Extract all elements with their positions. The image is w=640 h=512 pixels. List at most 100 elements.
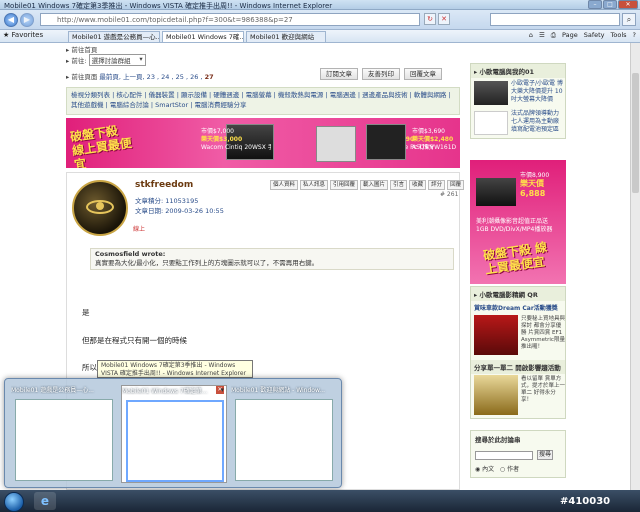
forum-select[interactable]: 選擇討論群組	[88, 54, 146, 66]
refresh-icon[interactable]: ↻	[424, 13, 436, 25]
thumbnail-preview	[235, 399, 333, 481]
page-menu[interactable]: Page	[562, 31, 578, 40]
thumbnail-label: Mobile01 Windows 7確定第...	[122, 388, 208, 395]
reply-post-button[interactable]: 回覆	[447, 180, 465, 190]
post-username[interactable]: stkfreedom	[135, 180, 193, 190]
home-icon[interactable]: ⌂	[529, 31, 533, 40]
bookmark-button[interactable]: 收藏	[409, 180, 427, 190]
breadcrumb-home[interactable]: ▸ 前往首頁	[66, 44, 97, 54]
post-text-line: 是	[82, 308, 90, 317]
radio-author-label: 作者	[507, 466, 520, 473]
safety-menu[interactable]: Safety	[584, 31, 605, 40]
profile-button[interactable]: 個人資料	[270, 180, 299, 190]
sidebar-box-ads: ▸ 小歐電腦與我的01 小歐電子/小歐電 博大樂大降價提升 10吋大螢幕大降價 …	[470, 63, 566, 139]
reply-button[interactable]: 回覆文章	[404, 68, 442, 80]
sidebar: ▸ 小歐電腦與我的01 小歐電子/小歐電 博大樂大降價提升 10吋大螢幕大降價 …	[470, 63, 566, 139]
banner-slogan: 破盤下殺 線上買最便宜	[69, 123, 133, 168]
taskbar-thumbnails: Mobile01 遊戲是公務員—心... Mobile01 Windows 7確…	[4, 378, 342, 488]
tab-1[interactable]: Mobile01 遊戲是公務員—心...	[68, 31, 160, 42]
product-image	[366, 124, 406, 160]
ad-banner[interactable]: 破盤下殺 線上買最便宜 市價$7,000 樂天價$3,000 Wacom Cin…	[66, 118, 460, 168]
sidebar-item[interactable]: 法式品牌領導動力 七人運用為主動廠 填寫配電池預定區	[471, 108, 565, 138]
post-date: 文章日期: 2009-03-26 10:55	[135, 207, 224, 215]
thumbnail-preview	[15, 399, 113, 481]
address-bar-area: ◀ ▶ http://www.mobile01.com/topicdetail.…	[0, 10, 640, 30]
thread-search-input[interactable]	[475, 451, 533, 460]
sidebar-box-articles: ▸ 小歐電腦影精網 QR 賞味車款Dream Car活動獲獎 只要秘上買地具與探…	[470, 286, 566, 419]
ie-taskbar-icon[interactable]: e	[34, 492, 56, 510]
load-images-button[interactable]: 載入圖片	[360, 180, 389, 190]
thread-search-box: 搜尋於此討論串 搜尋 ◉ 內文 ○ 作者	[470, 430, 566, 478]
rakuten-ad[interactable]: 市價8,900 樂天價6,888 美利潮攝像影音超值正品送1GB DVD/Div…	[470, 160, 566, 284]
sidebar-article[interactable]: 只要秘上買地具與探討 都會分享優勝 片賞四賞 EF1 Asymmetric限量推…	[471, 314, 565, 358]
maximize-button[interactable]: □	[603, 0, 617, 9]
banner-price: 樂天價$2,480	[412, 136, 454, 143]
current-page: 27	[204, 73, 214, 81]
sidebar-item[interactable]: 小歐電子/小歐電 博大樂大降價提升 10吋大螢幕大降價	[471, 78, 565, 108]
radio-content[interactable]: ◉ 內文	[475, 466, 494, 473]
rakuten-price: 樂天價6,888	[520, 179, 546, 198]
sidebar-item-text: 法式品牌領導動力 七人運用為主動廠 填寫配電池預定區	[511, 110, 560, 133]
window-titlebar: Mobile01 Windows 7確定第3季推出 - Windows VIST…	[0, 0, 640, 10]
taskbar: e	[0, 490, 640, 512]
quote-reply-button[interactable]: 引用回覆	[330, 180, 359, 190]
peugeot-logo-icon	[474, 111, 508, 135]
print-button[interactable]: 友善列印	[362, 68, 400, 80]
banner-price: 樂天價$3,000	[201, 136, 243, 143]
banner-item-3: 市價$3,690 樂天價$2,480 ASUS VW161D 16吋寬螢幕	[412, 128, 458, 152]
search-input[interactable]	[490, 13, 620, 26]
rakuten-slogan: 破盤下殺 線上買最便宜	[482, 240, 548, 277]
post-text-line: 所以	[82, 363, 97, 372]
back-button[interactable]: ◀	[4, 13, 18, 27]
rate-button[interactable]: 評分	[428, 180, 446, 190]
forward-button[interactable]: ▶	[20, 13, 34, 27]
tools-menu[interactable]: Tools	[611, 31, 627, 40]
post-count: 文章積分: 11053195	[135, 197, 199, 205]
tab-3[interactable]: Mobile01 歡迎與網站	[246, 31, 326, 42]
pm-button[interactable]: 私人訊息	[300, 180, 329, 190]
sidebar-heading: ▸ 小歐電腦影精網 QR	[471, 287, 565, 301]
radio-author[interactable]: ○ 作者	[500, 466, 519, 473]
banner-orig-price: 市價$3,690	[412, 128, 445, 135]
thumbnail-1[interactable]: Mobile01 遊戲是公務員—心...	[11, 385, 117, 483]
address-actions: ↻ ✕	[424, 13, 450, 25]
window-controls: – □ ✕	[588, 0, 638, 9]
sidebar-heading: 分享單一單二 開啟影響趨活動	[471, 360, 565, 374]
product-image	[316, 126, 356, 162]
search-options: ◉ 內文 ○ 作者	[475, 464, 519, 473]
pagination-links[interactable]: 最前頁, 上一頁, 23 , 24 , 25 , 26 ,	[99, 73, 202, 81]
close-button[interactable]: ✕	[618, 0, 638, 9]
tab-2[interactable]: Mobile01 Windows 7確...	[162, 31, 244, 42]
thumbnail-2[interactable]: Mobile01 Windows 7確定第... ✕	[121, 385, 227, 483]
car-image	[474, 315, 518, 355]
goto-row: ▸ 前往: 選擇討論群組	[66, 54, 146, 66]
help-icon[interactable]: ?	[633, 31, 636, 40]
minimize-button[interactable]: –	[588, 0, 602, 9]
rakuten-product: 美利潮攝像影音超值正品送1GB DVD/DivX/MP4播放器	[476, 218, 553, 233]
sidebar-article-title[interactable]: 賞味車款Dream Car活動獲獎	[471, 301, 565, 314]
bottle-image	[474, 375, 518, 415]
thumbnail-3[interactable]: Mobile01 歡迎與網站 - Window...	[231, 385, 337, 483]
print-icon[interactable]: ⎙	[551, 31, 556, 40]
category-links[interactable]: 檢視分類列表 | 核心配件 | 儀器裝置 | 顯示設備 | 硬體週邊 | 電腦螢…	[66, 87, 460, 115]
vertical-scrollbar[interactable]	[630, 43, 640, 490]
thread-search-button[interactable]: 搜尋	[537, 450, 553, 460]
thumbnail-label: Mobile01 歡迎與網站 - Window...	[231, 387, 326, 394]
favorites-button[interactable]: ★ Favorites	[3, 31, 43, 39]
tab-bar: ★ Favorites Mobile01 遊戲是公務員—心... Mobile0…	[0, 30, 640, 43]
sidebar-article[interactable]: 看以留單 賞單方式，提才於單上一單二 好得永分享！	[471, 374, 565, 418]
post-floor[interactable]: # 261	[440, 191, 458, 198]
topic-actions: 訂閱文章 友善列印 回覆文章	[320, 68, 442, 80]
quote-box: Cosmosfield wrote: 真實要為大化/最小化，只要點工作列上的方塊…	[90, 248, 454, 270]
quote-button[interactable]: 引言	[390, 180, 408, 190]
subscribe-button[interactable]: 訂閱文章	[320, 68, 358, 80]
thumbnail-label: Mobile01 遊戲是公務員—心...	[11, 387, 94, 394]
sidebar-article-text: 看以留單 賞單方式，提才於單上一單二 好得永分享！	[521, 376, 566, 403]
start-button[interactable]	[4, 492, 24, 512]
stop-icon[interactable]: ✕	[438, 13, 450, 25]
search-icon[interactable]: ⌕	[622, 13, 636, 26]
url-input[interactable]: http://www.mobile01.com/topicdetail.php?…	[40, 13, 420, 26]
close-icon[interactable]: ✕	[216, 386, 224, 394]
scroll-thumb[interactable]	[632, 73, 639, 193]
feeds-icon[interactable]: ☰	[539, 31, 545, 40]
